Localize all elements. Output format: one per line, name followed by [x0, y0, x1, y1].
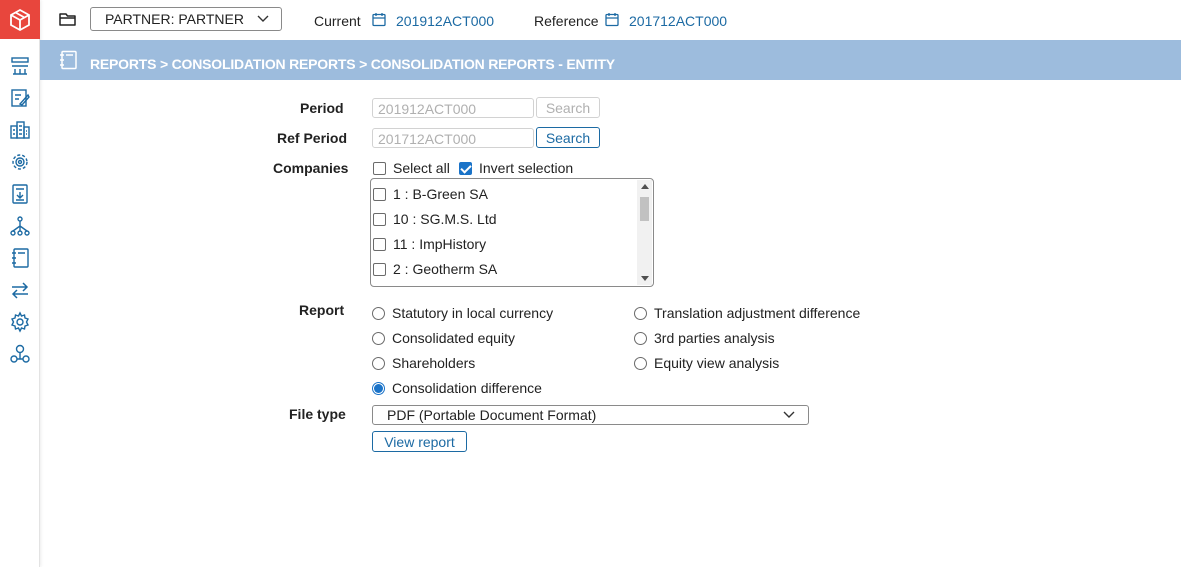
current-label: Current [314, 13, 361, 29]
transfer-icon[interactable] [8, 278, 32, 302]
ref-period-label: Ref Period [277, 130, 348, 146]
chevron-down-icon [783, 411, 795, 418]
report-option-label: Consolidation difference [392, 380, 542, 396]
period-input[interactable]: 201912ACT000 [372, 98, 534, 118]
file-type-label: File type [289, 406, 346, 422]
report-option[interactable]: Statutory in local currency [372, 305, 553, 321]
scroll-down-icon[interactable] [641, 276, 649, 281]
file-type-value: PDF (Portable Document Format) [387, 407, 597, 423]
report-option[interactable]: Equity view analysis [634, 355, 779, 371]
companies-listbox[interactable]: 1 : B-Green SA 10 : SG.M.S. Ltd 11 : Imp… [370, 178, 654, 287]
companies-label: Companies [273, 160, 349, 176]
current-period-value[interactable]: 201912ACT000 [396, 13, 494, 29]
radio-button[interactable] [372, 356, 385, 370]
gear-icon[interactable] [8, 310, 32, 334]
report-option-label: Translation adjustment difference [654, 305, 861, 321]
report-option-label: 3rd parties analysis [654, 330, 775, 346]
chevron-down-icon [257, 15, 269, 22]
report-option-label: Equity view analysis [654, 355, 780, 371]
view-report-button[interactable]: View report [372, 431, 467, 452]
invert-selection-label: Invert selection [479, 160, 574, 176]
report-option[interactable]: Consolidated equity [372, 330, 515, 346]
settings-network-icon[interactable] [8, 150, 32, 174]
scroll-up-icon[interactable] [641, 184, 649, 189]
checkbox[interactable] [373, 161, 386, 175]
report-option[interactable]: Consolidation difference [372, 380, 542, 396]
select-all-checkbox[interactable]: Select all [373, 160, 450, 176]
company-label: 11 : ImpHistory [393, 236, 487, 252]
company-label: 1 : B-Green SA [393, 186, 488, 202]
list-item[interactable]: 10 : SG.M.S. Ltd [373, 208, 497, 230]
notebook-icon [60, 50, 77, 70]
checkbox[interactable] [373, 187, 386, 201]
period-search-button[interactable]: Search [536, 97, 600, 118]
radio-button-selected[interactable] [372, 381, 385, 395]
checkbox[interactable] [373, 262, 386, 276]
ref-period-input[interactable]: 201712ACT000 [372, 128, 534, 148]
report-option-label: Statutory in local currency [392, 305, 554, 321]
company-label: 10 : SG.M.S. Ltd [393, 211, 497, 227]
journal-edit-icon[interactable] [8, 86, 32, 110]
radio-button[interactable] [372, 306, 385, 320]
cube-logo-icon [10, 8, 30, 31]
company-label: 2 : Geotherm SA [393, 261, 498, 277]
period-label: Period [300, 100, 344, 116]
notebook-icon[interactable] [8, 246, 32, 270]
hierarchy-icon[interactable] [8, 214, 32, 238]
partner-select-value: PARTNER: PARTNER [105, 11, 244, 27]
radio-button[interactable] [634, 306, 647, 320]
list-item[interactable]: 11 : ImpHistory [373, 233, 486, 255]
listbox-scrollbar[interactable] [637, 180, 652, 285]
report-label: Report [299, 302, 345, 318]
invert-selection-checkbox[interactable]: Invert selection [459, 160, 573, 176]
file-type-select[interactable]: PDF (Portable Document Format) [372, 405, 809, 425]
app-logo[interactable] [0, 0, 40, 39]
radio-button[interactable] [634, 356, 647, 370]
breadcrumb-bar: REPORTS > CONSOLIDATION REPORTS > CONSOL… [40, 40, 1181, 80]
user-network-icon[interactable] [8, 342, 32, 366]
reference-label: Reference [534, 13, 599, 29]
left-sidebar [0, 0, 40, 567]
consolidation-icon[interactable] [8, 54, 32, 78]
scroll-thumb[interactable] [640, 197, 649, 221]
ref-period-search-button[interactable]: Search [536, 127, 600, 148]
calendar-icon[interactable] [372, 12, 386, 27]
partner-select[interactable]: PARTNER: PARTNER [90, 7, 282, 31]
list-item[interactable]: 1 : B-Green SA [373, 183, 488, 205]
select-all-label: Select all [393, 160, 450, 176]
checkbox[interactable] [373, 237, 386, 251]
checkbox-checked[interactable] [459, 161, 472, 175]
report-option[interactable]: Shareholders [372, 355, 475, 371]
companies-icon[interactable] [8, 118, 32, 142]
report-option[interactable]: Translation adjustment difference [634, 305, 860, 321]
report-option-label: Consolidated equity [392, 330, 515, 346]
calendar-icon[interactable] [605, 12, 619, 27]
report-option[interactable]: 3rd parties analysis [634, 330, 775, 346]
document-download-icon[interactable] [8, 182, 32, 206]
radio-button[interactable] [634, 331, 647, 345]
reference-period-value[interactable]: 201712ACT000 [629, 13, 727, 29]
list-item[interactable]: 2 : Geotherm SA [373, 258, 497, 280]
radio-button[interactable] [372, 331, 385, 345]
report-option-label: Shareholders [392, 355, 476, 371]
top-bar: PARTNER: PARTNER Current 201912ACT000 Re… [40, 0, 1181, 40]
checkbox[interactable] [373, 212, 386, 226]
breadcrumb: REPORTS > CONSOLIDATION REPORTS > CONSOL… [90, 56, 615, 72]
folder-icon[interactable] [59, 11, 77, 27]
